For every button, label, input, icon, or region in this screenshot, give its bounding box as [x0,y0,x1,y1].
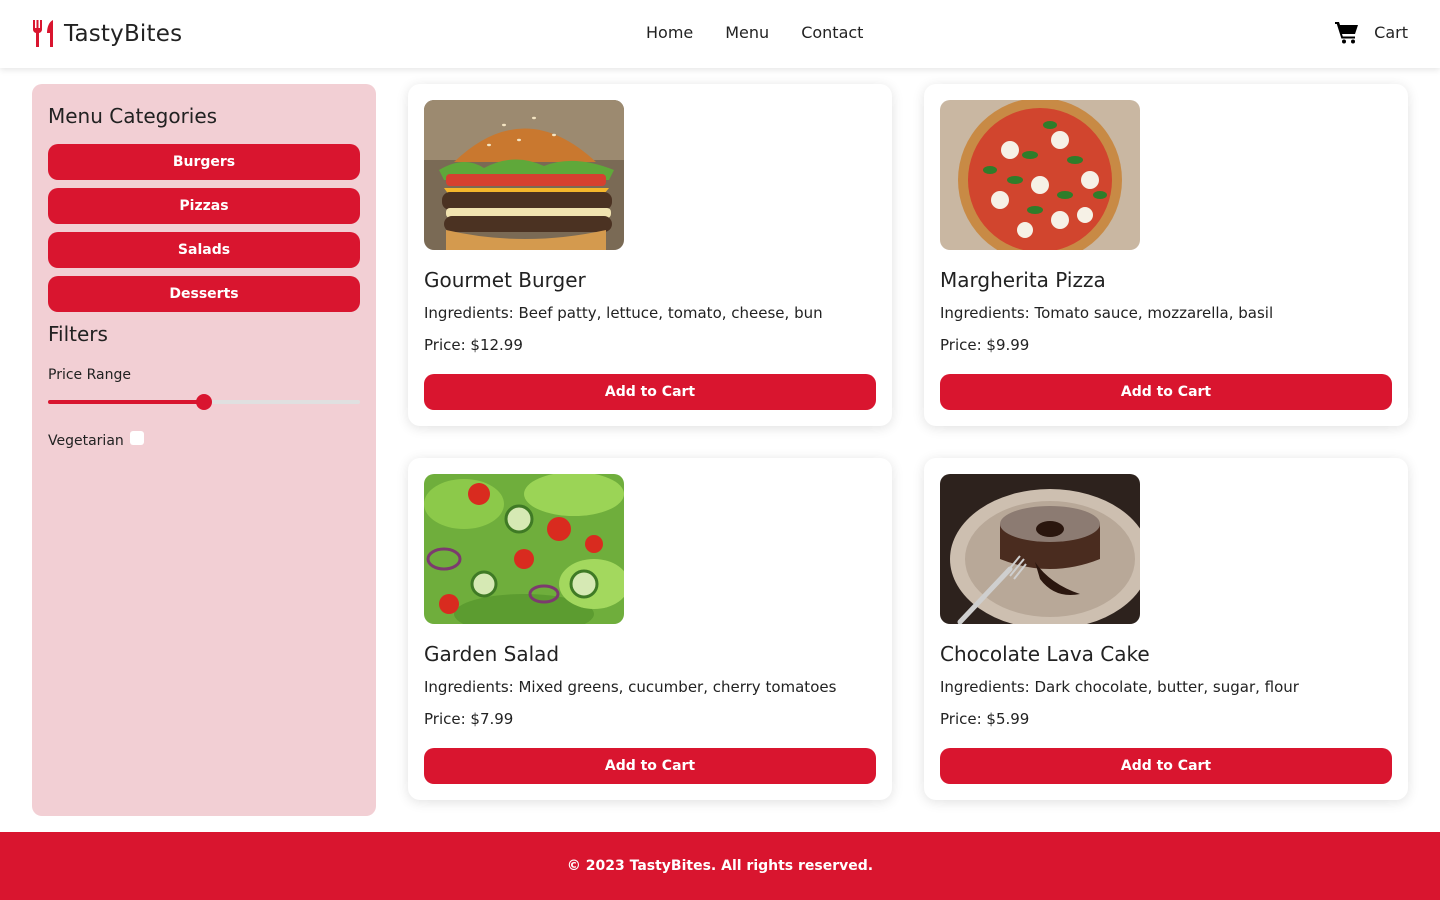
burger-photo [424,100,624,250]
cart-label: Cart [1374,22,1408,42]
product-price: Price: $12.99 [424,336,523,354]
pizza-photo [940,100,1140,250]
product-ingredients: Ingredients: Tomato sauce, mozzarella, b… [940,304,1274,322]
vegetarian-checkbox[interactable] [129,431,144,445]
add-to-cart-button[interactable]: Add to Cart [424,374,876,410]
shopping-cart-icon [1335,20,1359,44]
product-name: Margherita Pizza [940,268,1106,292]
price-range-slider[interactable] [48,391,360,411]
lava-cake-photo [940,474,1140,624]
nav-contact-link[interactable]: Contact [801,22,863,44]
category-pizzas-button[interactable]: Pizzas [48,188,360,224]
category-burgers-button[interactable]: Burgers [48,144,360,180]
filters-heading: Filters [48,322,108,346]
product-name: Gourmet Burger [424,268,586,292]
nav-home-link[interactable]: Home [646,22,693,44]
product-card: Chocolate Lava Cake Ingredients: Dark ch… [924,458,1408,800]
site-footer: © 2023 TastyBites. All rights reserved. [0,832,1440,900]
brand-logo[interactable]: TastyBites [32,18,182,50]
site-header: TastyBites Home Menu Contact Cart [0,0,1440,68]
product-price: Price: $9.99 [940,336,1030,354]
product-name: Chocolate Lava Cake [940,642,1150,666]
menu-categories-heading: Menu Categories [48,104,218,128]
add-to-cart-button[interactable]: Add to Cart [940,374,1392,410]
product-card: Margherita Pizza Ingredients: Tomato sau… [924,84,1408,426]
product-price: Price: $5.99 [940,710,1030,728]
product-ingredients: Ingredients: Beef patty, lettuce, tomato… [424,304,823,322]
product-card: Gourmet Burger Ingredients: Beef patty, … [408,84,892,426]
product-ingredients: Ingredients: Dark chocolate, butter, sug… [940,678,1299,696]
salad-photo [424,474,624,624]
category-salads-button[interactable]: Salads [48,232,360,268]
price-range-label: Price Range [48,367,131,383]
brand-name: TastyBites [64,21,183,47]
product-price: Price: $7.99 [424,710,514,728]
product-card: Garden Salad Ingredients: Mixed greens, … [408,458,892,800]
add-to-cart-button[interactable]: Add to Cart [424,748,876,784]
category-desserts-button[interactable]: Desserts [48,276,360,312]
main-nav: Home Menu Contact [646,22,895,44]
product-ingredients: Ingredients: Mixed greens, cucumber, che… [424,678,837,696]
slider-thumb[interactable] [196,394,212,410]
product-name: Garden Salad [424,642,560,666]
category-list: Burgers Pizzas Salads Desserts [48,144,360,312]
vegetarian-label: Vegetarian [48,433,124,449]
vegetarian-filter: Vegetarian [48,431,360,449]
sidebar: Menu Categories Burgers Pizzas Salads De… [32,84,376,816]
cart-button[interactable]: Cart [1335,20,1408,44]
utensils-icon [32,20,56,48]
nav-menu-link[interactable]: Menu [725,22,769,44]
slider-fill [48,400,204,404]
copyright-text: © 2023 TastyBites. All rights reserved. [566,858,874,874]
add-to-cart-button[interactable]: Add to Cart [940,748,1392,784]
